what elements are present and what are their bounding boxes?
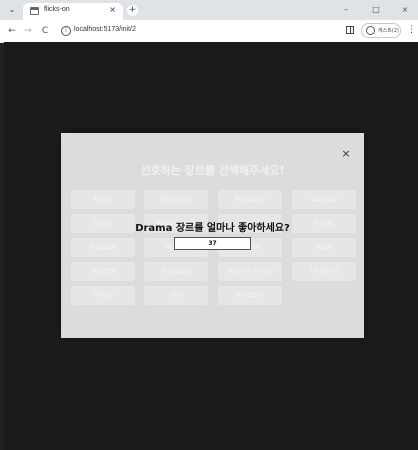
rating-input[interactable] <box>174 237 251 250</box>
tab-title: flicks-on <box>44 6 70 13</box>
side-panel-icon[interactable] <box>346 26 354 34</box>
favicon-icon <box>30 7 39 15</box>
profile-button[interactable]: 게스트(2) <box>361 23 401 38</box>
reload-icon[interactable]: C <box>39 25 51 37</box>
browser-menu-icon[interactable]: ⋮ <box>407 24 416 36</box>
genre-modal: × 선호하는 장르를 선택해주세요! Action Adventure Anim… <box>61 133 364 338</box>
site-info-icon[interactable]: i <box>61 26 71 36</box>
window-close-icon[interactable]: × <box>399 5 411 14</box>
page-background: × 선호하는 장르를 선택해주세요! Action Adventure Anim… <box>4 42 418 450</box>
genre-button[interactable]: Adventure <box>144 190 208 209</box>
maximize-icon[interactable]: □ <box>370 5 382 14</box>
back-arrow-icon[interactable]: ← <box>6 25 18 37</box>
genre-button[interactable]: Action <box>71 190 135 209</box>
address-bar[interactable]: i localhost:5173/init/2 <box>56 24 336 38</box>
tab-close-icon[interactable]: × <box>109 5 116 14</box>
modal-close-icon[interactable]: × <box>340 148 352 159</box>
profile-label: 게스트(2) <box>378 28 399 34</box>
minimize-icon[interactable]: – <box>340 5 352 14</box>
new-tab-button[interactable]: + <box>127 5 138 16</box>
profile-avatar-icon <box>366 26 375 35</box>
rating-prompt: Drama 장르를 얼마나 좋아하세요? <box>61 219 364 269</box>
genre-button[interactable]: Comedy <box>292 190 356 209</box>
genre-button[interactable]: Animation <box>218 190 282 209</box>
browser-toolbar: ← → C i localhost:5173/init/2 게스트(2) ⋮ <box>0 20 418 43</box>
modal-title: 선호하는 장르를 선택해주세요! <box>140 164 285 177</box>
genre-button[interactable]: Thriller <box>71 286 135 305</box>
genre-button[interactable]: War <box>144 286 208 305</box>
browser-titlebar: ⌄ flicks-on × + – □ × <box>0 0 418 20</box>
tab-search-icon[interactable]: ⌄ <box>6 5 18 15</box>
genre-button[interactable]: Western <box>218 286 282 305</box>
forward-arrow-icon[interactable]: → <box>22 25 34 37</box>
rating-question: Drama 장르를 얼마나 좋아하세요? <box>135 223 290 234</box>
browser-tab[interactable]: flicks-on × <box>23 3 123 20</box>
url-text: localhost:5173/init/2 <box>74 26 136 33</box>
